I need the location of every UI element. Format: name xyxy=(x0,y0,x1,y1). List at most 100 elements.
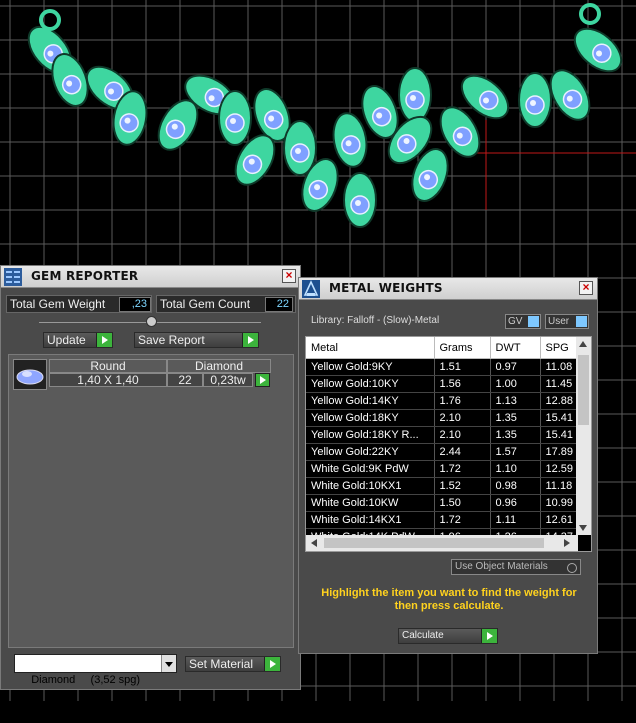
gem-reporter-panel: GEM REPORTER × Total Gem Weight ,23 Tota… xyxy=(0,265,301,690)
gv-toggle[interactable]: GV xyxy=(505,314,541,329)
table-cell: Yellow Gold:18KY xyxy=(306,409,435,427)
table-cell: 11.08 xyxy=(540,358,578,376)
total-weight-value: ,23 xyxy=(119,297,151,312)
table-cell: White Gold:10KX1 xyxy=(306,477,435,495)
table-row[interactable]: Yellow Gold:22KY 2.44 1.57 17.89 xyxy=(306,443,578,461)
metal-weights-close-icon[interactable]: × xyxy=(579,281,593,295)
metal-weights-titlebar[interactable]: METAL WEIGHTS × xyxy=(299,278,597,300)
table-row[interactable]: Yellow Gold:9KY 1.51 0.97 11.08 xyxy=(306,358,578,376)
table-row[interactable]: White Gold:9K PdW 1.72 1.10 12.59 xyxy=(306,460,578,478)
gem-row-go-button[interactable] xyxy=(255,373,270,387)
table-cell: 2.10 xyxy=(434,426,491,444)
table-cell: Yellow Gold:18KY R... xyxy=(306,426,435,444)
table-cell: 10.99 xyxy=(540,494,578,512)
total-count-label: Total Gem Count xyxy=(160,297,251,311)
gem-count: 22 xyxy=(178,373,192,387)
table-cell: White Gold:14KX1 xyxy=(306,511,435,529)
table-row[interactable]: White Gold:10KW 1.50 0.96 10.99 xyxy=(306,494,578,512)
user-toggle[interactable]: User xyxy=(545,314,589,329)
splitter-handle-icon[interactable] xyxy=(146,316,157,327)
update-go-icon xyxy=(96,333,112,347)
table-cell: 1.51 xyxy=(434,358,491,376)
table-cell: Yellow Gold:9KY xyxy=(306,358,435,376)
table-row[interactable]: Yellow Gold:10KY 1.56 1.00 11.45 xyxy=(306,375,578,393)
table-cell: 0.96 xyxy=(490,494,541,512)
gem-list: Round Diamond 1,40 X 1,40 22 0,23tw xyxy=(8,354,294,648)
gv-indicator-icon xyxy=(528,316,539,327)
scroll-up-icon[interactable] xyxy=(579,341,587,347)
gem-shape: Round xyxy=(90,359,126,373)
column-header[interactable]: Metal xyxy=(306,337,435,359)
table-row[interactable]: White Gold:10KX1 1.52 0.98 11.18 xyxy=(306,477,578,495)
table-cell: 1.72 xyxy=(434,460,491,478)
user-indicator-icon xyxy=(576,316,587,327)
horizontal-scrollbar[interactable] xyxy=(306,535,578,551)
table-cell: 1.57 xyxy=(490,443,541,461)
table-cell: White Gold:10KW xyxy=(306,494,435,512)
table-cell: 1.10 xyxy=(490,460,541,478)
table-cell: 15.41 xyxy=(540,426,578,444)
metal-table-header: Metal Grams DWT SPG xyxy=(306,337,578,359)
table-cell: 15.41 xyxy=(540,409,578,427)
chevron-down-icon[interactable] xyxy=(161,655,176,672)
library-label: Library: Falloff - (Slow)-Metal xyxy=(311,315,440,326)
leaf-setting xyxy=(218,90,252,146)
use-object-materials-toggle[interactable]: Use Object Materials xyxy=(451,559,581,575)
gem-row-go-icon xyxy=(260,376,266,384)
table-cell: 2.10 xyxy=(434,409,491,427)
scroll-left-icon[interactable] xyxy=(311,539,317,547)
gem-shape-cell: Round xyxy=(49,359,167,373)
table-cell: 0.97 xyxy=(490,358,541,376)
set-material-button[interactable]: Set Material xyxy=(185,656,281,672)
table-cell: 12.61 xyxy=(540,511,578,529)
table-row[interactable]: Yellow Gold:18KY 2.10 1.35 15.41 xyxy=(306,409,578,427)
column-header[interactable]: SPG xyxy=(540,337,578,359)
leaf-setting xyxy=(518,72,552,128)
update-button-label: Update xyxy=(47,333,86,347)
metal-weights-title: METAL WEIGHTS xyxy=(329,281,443,295)
metal-table-container[interactable]: Metal Grams DWT SPG Yellow Gold:9KY 1.51 0.97… xyxy=(305,336,592,552)
leaf-setting xyxy=(343,172,377,228)
table-row[interactable]: White Gold:14KX1 1.72 1.11 12.61 xyxy=(306,511,578,529)
table-row[interactable]: Yellow Gold:14KY 1.76 1.13 12.88 xyxy=(306,392,578,410)
gem-list-row[interactable]: Round Diamond 1,40 X 1,40 22 0,23tw xyxy=(11,357,273,391)
table-row[interactable]: Yellow Gold:18KY R... 2.10 1.35 15.41 xyxy=(306,426,578,444)
table-cell: 1.50 xyxy=(434,494,491,512)
metal-table: Metal Grams DWT SPG Yellow Gold:9KY 1.51 0.97… xyxy=(306,337,578,535)
gem-reporter-close-icon[interactable]: × xyxy=(282,269,296,283)
gem-thumbnail xyxy=(13,359,47,390)
table-cell: 17.89 xyxy=(540,443,578,461)
vertical-scrollbar[interactable] xyxy=(576,337,591,535)
table-cell: 1.35 xyxy=(490,409,541,427)
gem-size-cell: 1,40 X 1,40 xyxy=(49,373,167,387)
radio-icon[interactable] xyxy=(567,563,577,573)
material-select[interactable]: Diamond (3,52 spg) xyxy=(14,654,177,686)
save-report-button-label: Save Report xyxy=(138,333,205,347)
table-cell: Yellow Gold:22KY xyxy=(306,443,435,461)
total-weight-box: Total Gem Weight ,23 xyxy=(6,295,152,313)
column-header[interactable]: DWT xyxy=(490,337,541,359)
leaf-setting xyxy=(573,27,623,73)
table-cell: 1.72 xyxy=(434,511,491,529)
column-header[interactable]: Grams xyxy=(434,337,491,359)
save-report-button[interactable]: Save Report xyxy=(134,332,259,348)
table-cell: 2.44 xyxy=(434,443,491,461)
calculate-go-icon xyxy=(481,629,497,643)
scroll-thumb[interactable] xyxy=(578,355,589,425)
hscroll-thumb[interactable] xyxy=(324,538,544,548)
table-cell: 0.98 xyxy=(490,477,541,495)
gem-reporter-titlebar[interactable]: GEM REPORTER × xyxy=(1,266,300,288)
table-cell: 11.18 xyxy=(540,477,578,495)
scroll-down-icon[interactable] xyxy=(579,525,587,531)
calculate-button[interactable]: Calculate xyxy=(398,628,498,644)
scroll-right-icon[interactable] xyxy=(564,539,570,547)
leaf-setting xyxy=(332,112,368,168)
save-report-go-icon xyxy=(242,333,258,347)
user-label: User xyxy=(548,316,570,327)
table-cell: 1.56 xyxy=(434,375,491,393)
update-button[interactable]: Update xyxy=(43,332,113,348)
gem-reporter-title: GEM REPORTER xyxy=(31,269,139,283)
table-cell: Yellow Gold:14KY xyxy=(306,392,435,410)
table-cell: 1.00 xyxy=(490,375,541,393)
total-count-box: Total Gem Count 22 xyxy=(156,295,296,313)
